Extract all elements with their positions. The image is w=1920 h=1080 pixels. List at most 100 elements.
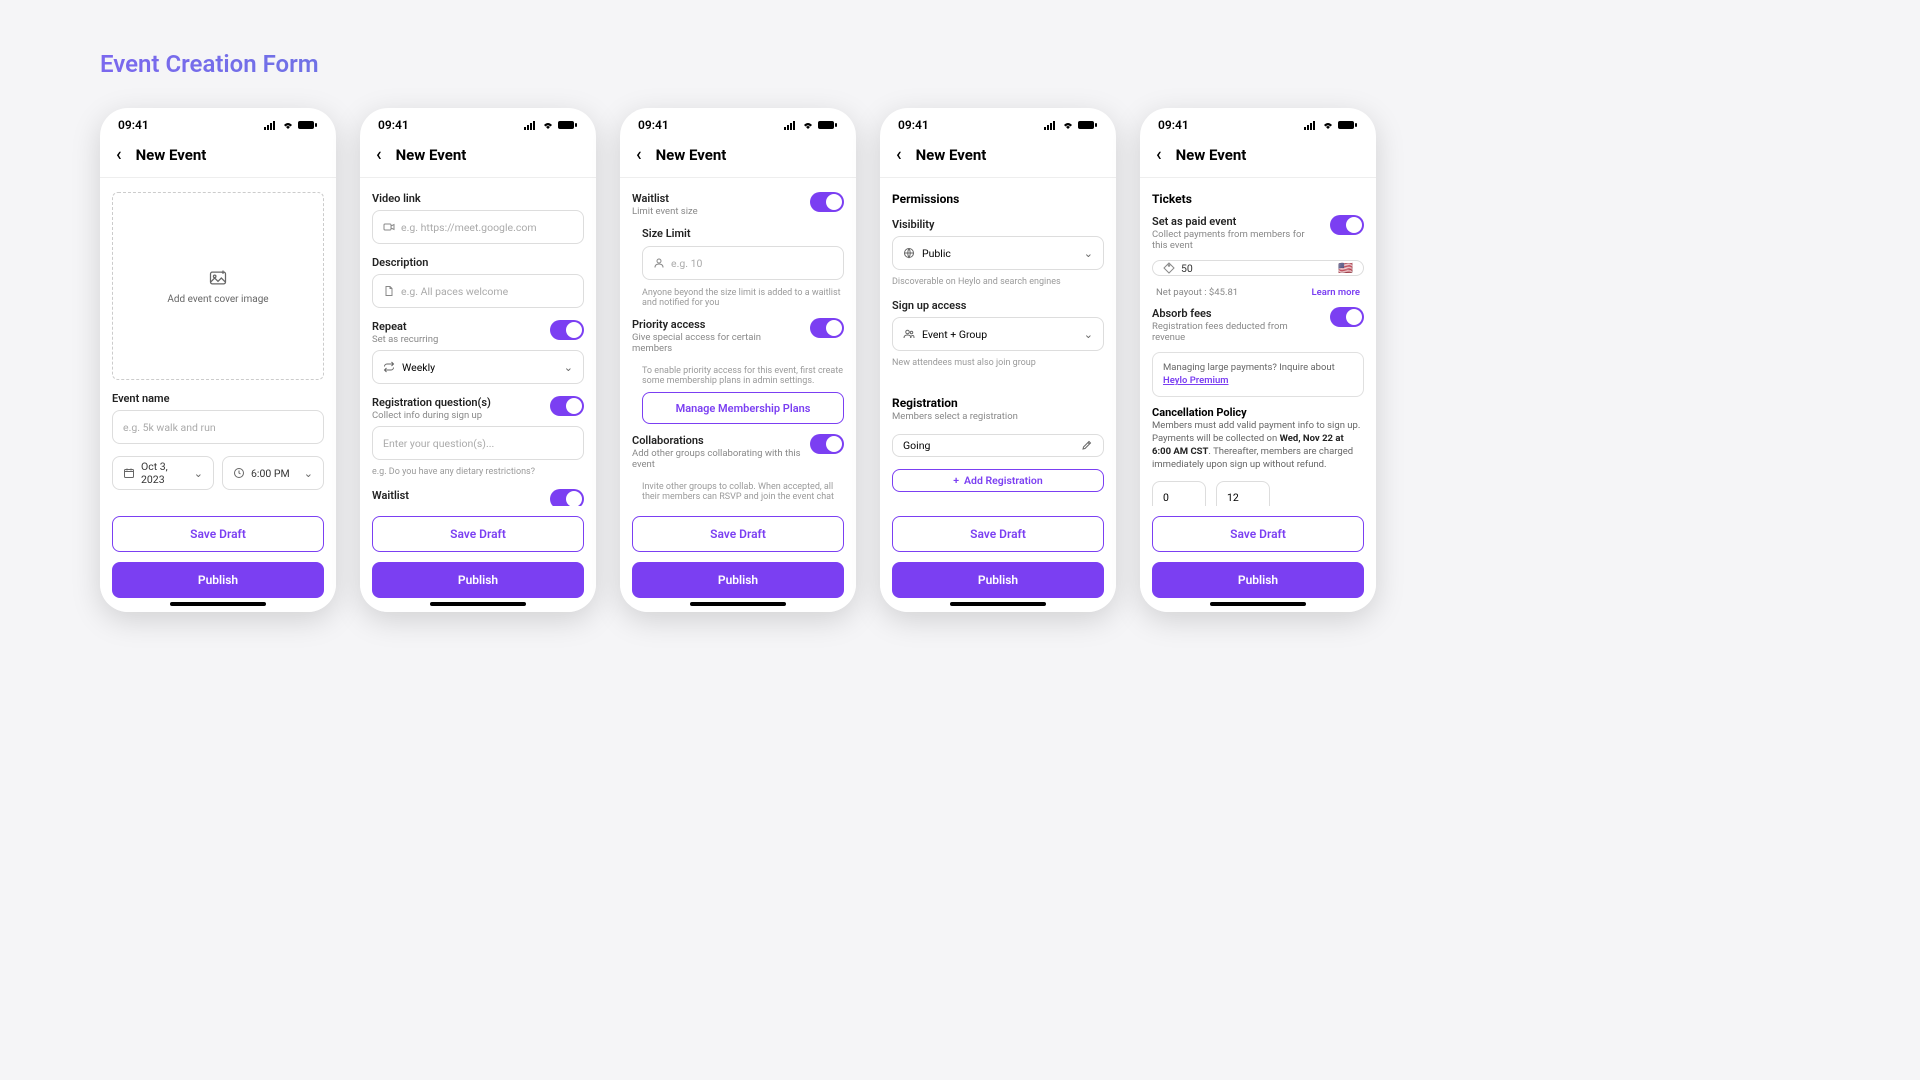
- save-draft-button[interactable]: Save Draft: [892, 516, 1104, 552]
- repeat-toggle[interactable]: [550, 320, 584, 340]
- header-title: New Event: [396, 146, 467, 164]
- people-icon: [903, 328, 915, 340]
- screen-footer: Save Draft Publish: [360, 506, 596, 612]
- visibility-select[interactable]: Public ⌄: [892, 236, 1104, 270]
- publish-button[interactable]: Publish: [112, 562, 324, 598]
- repeat-icon: [383, 361, 395, 373]
- repeat-select[interactable]: Weekly ⌄: [372, 350, 584, 384]
- permissions-title: Permissions: [892, 192, 1104, 206]
- status-time: 09:41: [898, 118, 929, 132]
- save-draft-button[interactable]: Save Draft: [632, 516, 844, 552]
- heylo-premium-link[interactable]: Heylo Premium: [1163, 375, 1229, 386]
- back-icon[interactable]: ‹: [376, 144, 382, 165]
- chevron-down-icon: ⌄: [1084, 328, 1093, 341]
- phone-canvas: 09:41 ‹ New Event Add event cover image …: [100, 108, 1820, 612]
- status-icons: [1044, 120, 1098, 130]
- price-input[interactable]: 50 🇺🇸: [1152, 260, 1364, 276]
- clock-icon: [233, 467, 245, 479]
- person-icon: [653, 257, 665, 269]
- back-icon[interactable]: ‹: [116, 144, 122, 165]
- screen-content: Video link Description Repeat Set as rec: [360, 178, 596, 506]
- phone-screen-3: 09:41 ‹ New Event Waitlist Limit event s…: [620, 108, 856, 612]
- status-icons: [524, 120, 578, 130]
- phone-screen-5: 09:41 ‹ New Event Tickets Set as paid ev…: [1140, 108, 1376, 612]
- save-draft-button[interactable]: Save Draft: [112, 516, 324, 552]
- regq-hint: e.g. Do you have any dietary restriction…: [372, 467, 584, 477]
- publish-button[interactable]: Publish: [372, 562, 584, 598]
- battery-icon: [298, 120, 318, 130]
- wifi-icon: [1061, 120, 1075, 130]
- back-icon[interactable]: ‹: [896, 144, 902, 165]
- priority-toggle[interactable]: [810, 318, 844, 338]
- save-draft-button[interactable]: Save Draft: [1152, 516, 1364, 552]
- collab-sub: Add other groups collaborating with this…: [632, 448, 802, 470]
- price-value: 50: [1181, 262, 1332, 275]
- screen-header: ‹ New Event: [1140, 136, 1376, 178]
- time-value: 6:00 PM: [251, 467, 298, 480]
- pencil-icon[interactable]: [1081, 439, 1093, 451]
- video-icon: [383, 221, 395, 233]
- repeat-label: Repeat: [372, 320, 542, 333]
- screen-content: Waitlist Limit event size Size Limit Any…: [620, 178, 856, 506]
- screen-header: ‹ New Event: [360, 136, 596, 178]
- header-title: New Event: [656, 146, 727, 164]
- publish-button[interactable]: Publish: [892, 562, 1104, 598]
- absorb-label: Absorb fees: [1152, 307, 1322, 320]
- manage-plans-button[interactable]: Manage Membership Plans: [642, 392, 844, 424]
- cancel-value-1-input[interactable]: [1152, 481, 1206, 506]
- chevron-down-icon: ⌄: [194, 467, 203, 480]
- priority-label: Priority access: [632, 318, 802, 331]
- regq-toggle[interactable]: [550, 396, 584, 416]
- waitlist-toggle[interactable]: [810, 192, 844, 212]
- chevron-down-icon: ⌄: [1084, 247, 1093, 260]
- size-limit-label: Size Limit: [642, 227, 844, 240]
- absorb-sub: Registration fees deducted from revenue: [1152, 321, 1322, 343]
- registration-row-going[interactable]: Going: [892, 434, 1104, 457]
- time-input[interactable]: 6:00 PM ⌄: [222, 456, 324, 490]
- date-value: Oct 3, 2023: [141, 460, 188, 486]
- regq-label: Registration question(s): [372, 396, 542, 409]
- screen-content: Add event cover image Event name Oct 3, …: [100, 178, 336, 506]
- save-draft-button[interactable]: Save Draft: [372, 516, 584, 552]
- regq-input[interactable]: [372, 426, 584, 460]
- screen-footer: Save Draft Publish: [100, 506, 336, 612]
- battery-icon: [1078, 120, 1098, 130]
- cancel-value-2-input[interactable]: [1216, 481, 1270, 506]
- battery-icon: [558, 120, 578, 130]
- back-icon[interactable]: ‹: [1156, 144, 1162, 165]
- date-input[interactable]: Oct 3, 2023 ⌄: [112, 456, 214, 490]
- tag-icon: [1163, 262, 1175, 274]
- waitlist-label: Waitlist: [632, 192, 802, 205]
- chevron-down-icon: ⌄: [304, 467, 313, 480]
- cover-image-upload[interactable]: Add event cover image: [112, 192, 324, 380]
- cancel-policy-text: Members must add valid payment info to s…: [1152, 419, 1364, 472]
- calendar-icon: [123, 467, 135, 479]
- learn-more-link[interactable]: Learn more: [1311, 287, 1360, 298]
- add-registration-button[interactable]: + Add Registration: [892, 469, 1104, 492]
- phone-screen-4: 09:41 ‹ New Event Permissions Visibility…: [880, 108, 1116, 612]
- signal-icon: [1044, 120, 1058, 130]
- document-icon: [383, 285, 395, 297]
- screen-header: ‹ New Event: [880, 136, 1116, 178]
- back-icon[interactable]: ‹: [636, 144, 642, 165]
- paid-toggle[interactable]: [1330, 215, 1364, 235]
- collab-toggle[interactable]: [810, 434, 844, 454]
- size-limit-input[interactable]: [642, 246, 844, 280]
- visibility-label: Visibility: [892, 218, 1104, 231]
- waitlist-toggle[interactable]: [550, 489, 584, 506]
- phone-screen-1: 09:41 ‹ New Event Add event cover image …: [100, 108, 336, 612]
- repeat-sublabel: Set as recurring: [372, 334, 542, 345]
- registration-title: Registration: [892, 396, 1104, 410]
- signup-select[interactable]: Event + Group ⌄: [892, 317, 1104, 351]
- video-link-input[interactable]: [372, 210, 584, 244]
- status-bar: 09:41: [880, 108, 1116, 136]
- plus-icon: +: [953, 474, 959, 487]
- paid-label: Set as paid event: [1152, 215, 1322, 228]
- absorb-toggle[interactable]: [1330, 307, 1364, 327]
- description-input[interactable]: [372, 274, 584, 308]
- status-time: 09:41: [118, 118, 149, 132]
- publish-button[interactable]: Publish: [632, 562, 844, 598]
- event-name-input[interactable]: [112, 410, 324, 444]
- publish-button[interactable]: Publish: [1152, 562, 1364, 598]
- collab-label: Collaborations: [632, 434, 802, 447]
